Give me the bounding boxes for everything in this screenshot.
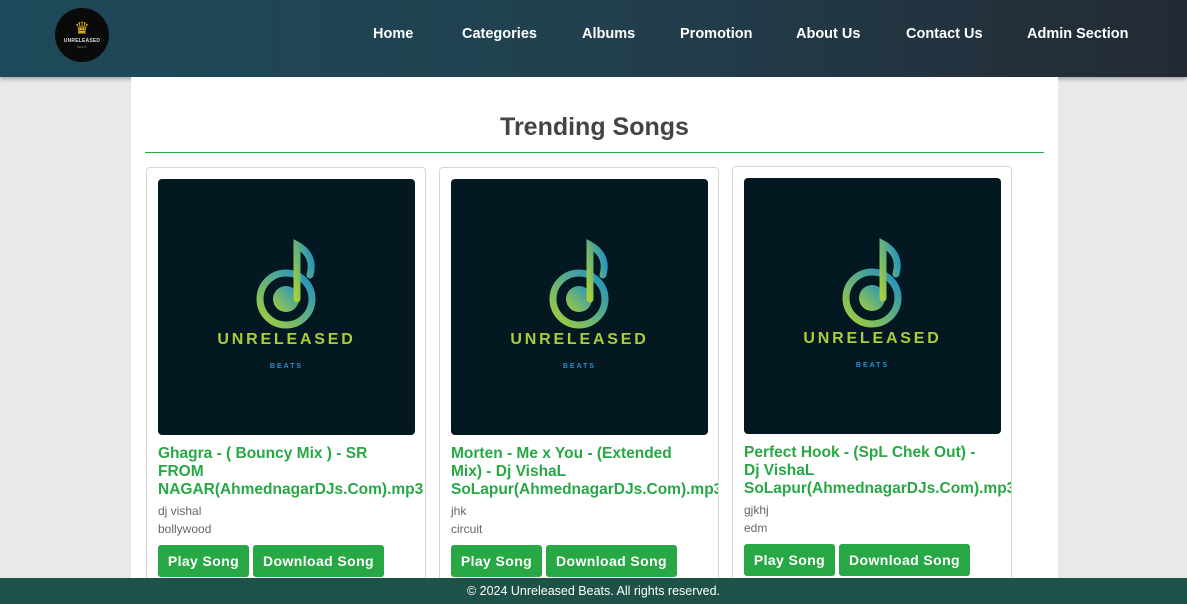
download-song-button[interactable]: Download Song	[253, 545, 384, 577]
song-artwork: UNRELEASED BEATS	[158, 179, 415, 435]
music-note-icon	[549, 239, 609, 329]
section-title: Trending Songs	[500, 113, 689, 141]
song-category: circuit	[451, 522, 483, 536]
download-song-button[interactable]: Download Song	[839, 544, 970, 576]
song-card: UNRELEASED BEATS Morten - Me x You - (Ex…	[439, 167, 719, 597]
play-song-button[interactable]: Play Song	[451, 545, 542, 577]
artwork-sub-text: BEATS	[562, 363, 597, 370]
song-category: bollywood	[158, 522, 212, 536]
main-nav: Home Categories Albums Promotion About U…	[0, 26, 1187, 46]
play-song-button[interactable]: Play Song	[158, 545, 249, 577]
artwork-brand-text: UNRELEASED	[217, 331, 356, 348]
song-artist: gjkhj	[744, 503, 769, 517]
nav-categories[interactable]: Categories	[462, 26, 537, 42]
song-artist: jhk	[451, 504, 467, 518]
play-song-button[interactable]: Play Song	[744, 544, 835, 576]
nav-promotion[interactable]: Promotion	[680, 26, 753, 42]
song-card: UNRELEASED BEATS Ghagra - ( Bouncy Mix )…	[146, 167, 426, 597]
artwork-sub-text: BEATS	[855, 362, 890, 369]
song-artwork: UNRELEASED BEATS	[451, 179, 708, 435]
music-note-icon	[256, 239, 316, 329]
song-title: Morten - Me x You - (Extended Mix) - Dj …	[451, 445, 719, 498]
artwork-brand-text: UNRELEASED	[803, 330, 942, 347]
song-artwork: UNRELEASED BEATS	[744, 178, 1001, 434]
song-card: UNRELEASED BEATS Perfect Hook - (SpL Che…	[732, 166, 1012, 596]
footer-copyright: © 2024 Unreleased Beats. All rights rese…	[466, 584, 721, 598]
artwork-brand-text: UNRELEASED	[510, 331, 649, 348]
site-footer: © 2024 Unreleased Beats. All rights rese…	[0, 578, 1187, 604]
song-title: Ghagra - ( Bouncy Mix ) - SR FROM NAGAR(…	[158, 445, 424, 498]
download-song-button[interactable]: Download Song	[546, 545, 677, 577]
nav-contact-us[interactable]: Contact Us	[906, 26, 983, 42]
song-artist: dj vishal	[158, 504, 202, 518]
top-navbar: ♛ UNRELEASED BEATS Home Categories Album…	[0, 0, 1187, 77]
music-note-icon	[842, 238, 902, 328]
nav-admin-section[interactable]: Admin Section	[1027, 26, 1129, 42]
nav-home[interactable]: Home	[373, 26, 413, 42]
song-category: edm	[744, 521, 768, 535]
nav-about-us[interactable]: About Us	[796, 26, 860, 42]
artwork-sub-text: BEATS	[269, 363, 304, 370]
nav-albums[interactable]: Albums	[582, 26, 635, 42]
title-divider	[145, 152, 1044, 153]
song-title: Perfect Hook - (SpL Chek Out) - Dj Visha…	[744, 444, 1012, 497]
